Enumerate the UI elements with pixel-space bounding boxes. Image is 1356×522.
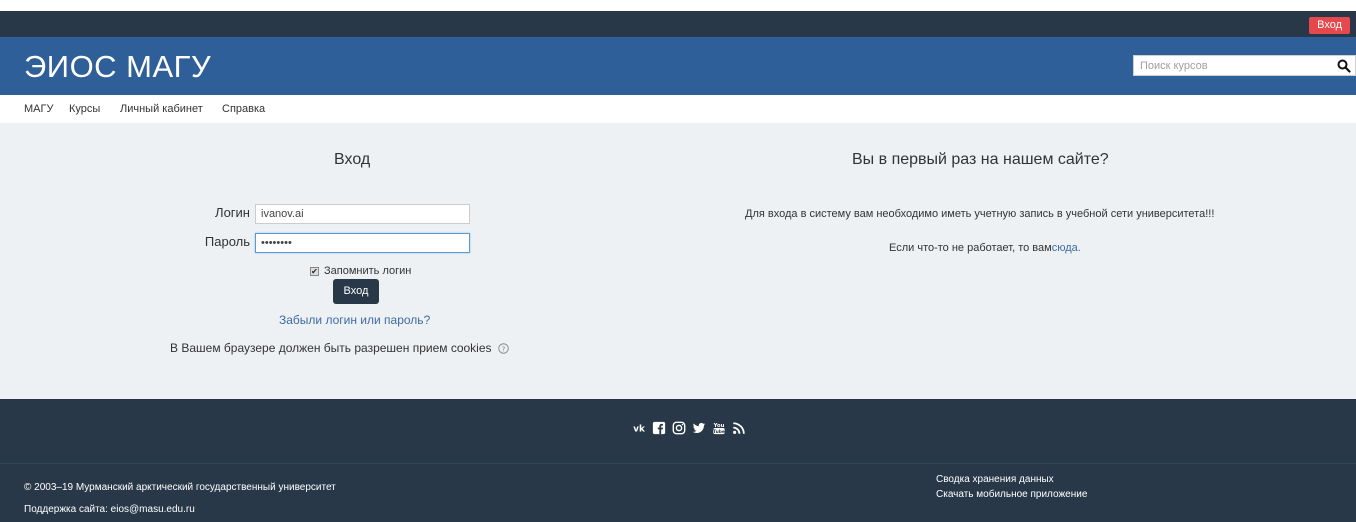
twitter-icon[interactable] — [692, 421, 706, 435]
vk-icon[interactable]: vk — [632, 421, 646, 435]
site-header: ЭИОС МАГУ — [0, 37, 1356, 95]
top-bar: Вход — [0, 11, 1356, 37]
instagram-icon[interactable] — [672, 421, 686, 435]
svg-text:?: ? — [501, 344, 505, 353]
main-nav: МАГУ Курсы Личный кабинет Справка — [0, 95, 1356, 123]
login-title: Вход — [334, 151, 371, 168]
remember-login[interactable]: ✔ Запомнить логин — [310, 265, 411, 277]
login-button[interactable]: Вход — [333, 279, 379, 304]
data-retention-link[interactable]: Сводка хранения данных — [936, 474, 1054, 485]
remember-label: Запомнить логин — [324, 265, 412, 277]
here-link[interactable]: сюда. — [1052, 242, 1081, 254]
social-links: vk You Tube — [632, 421, 746, 435]
top-login-button[interactable]: Вход — [1309, 17, 1350, 34]
course-search-input[interactable] — [1134, 56, 1329, 75]
facebook-icon[interactable] — [652, 421, 666, 435]
password-label: Пароль — [204, 234, 250, 249]
site-footer: vk You Tube © 2003–19 Мурманский арктиче… — [0, 399, 1356, 522]
first-time-help: Если что-то не работает, то вамсюда. — [889, 242, 1081, 254]
nav-item-dashboard[interactable]: Личный кабинет — [120, 103, 203, 115]
youtube-icon[interactable]: You Tube — [712, 421, 726, 435]
svg-text:vk: vk — [633, 425, 645, 435]
rss-icon[interactable] — [732, 421, 746, 435]
svg-text:Tube: Tube — [713, 429, 725, 435]
cookies-text: В Вашем браузере должен быть разрешен пр… — [170, 341, 492, 355]
username-field[interactable] — [255, 204, 470, 224]
help-icon[interactable]: ? — [497, 342, 509, 354]
mobile-app-link[interactable]: Скачать мобильное приложение — [936, 489, 1087, 500]
first-time-title: Вы в первый раз на нашем сайте? — [852, 151, 1109, 168]
first-time-help-text: Если что-то не работает, то вам — [889, 242, 1052, 254]
course-search — [1133, 55, 1356, 76]
top-gap — [0, 0, 1356, 11]
first-time-text: Для входа в систему вам необходимо иметь… — [745, 208, 1215, 220]
forgot-password-link[interactable]: Забыли логин или пароль? — [279, 313, 430, 327]
search-icon[interactable] — [1337, 59, 1351, 73]
nav-item-masu[interactable]: МАГУ — [24, 103, 53, 115]
remember-checkbox[interactable]: ✔ — [310, 266, 319, 276]
nav-item-courses[interactable]: Курсы — [69, 103, 100, 115]
site-title[interactable]: ЭИОС МАГУ — [24, 50, 211, 84]
password-field[interactable] — [255, 233, 470, 253]
username-label: Логин — [215, 205, 250, 220]
main-content: Вход Логин Пароль ✔ Запомнить логин Вход… — [0, 123, 1356, 399]
cookies-notice: В Вашем браузере должен быть разрешен пр… — [170, 341, 509, 355]
nav-item-help[interactable]: Справка — [222, 103, 265, 115]
support-contact: Поддержка сайта: eios@masu.edu.ru — [24, 504, 195, 515]
copyright: © 2003–19 Мурманский арктический государ… — [24, 482, 336, 493]
footer-divider — [0, 463, 1356, 464]
